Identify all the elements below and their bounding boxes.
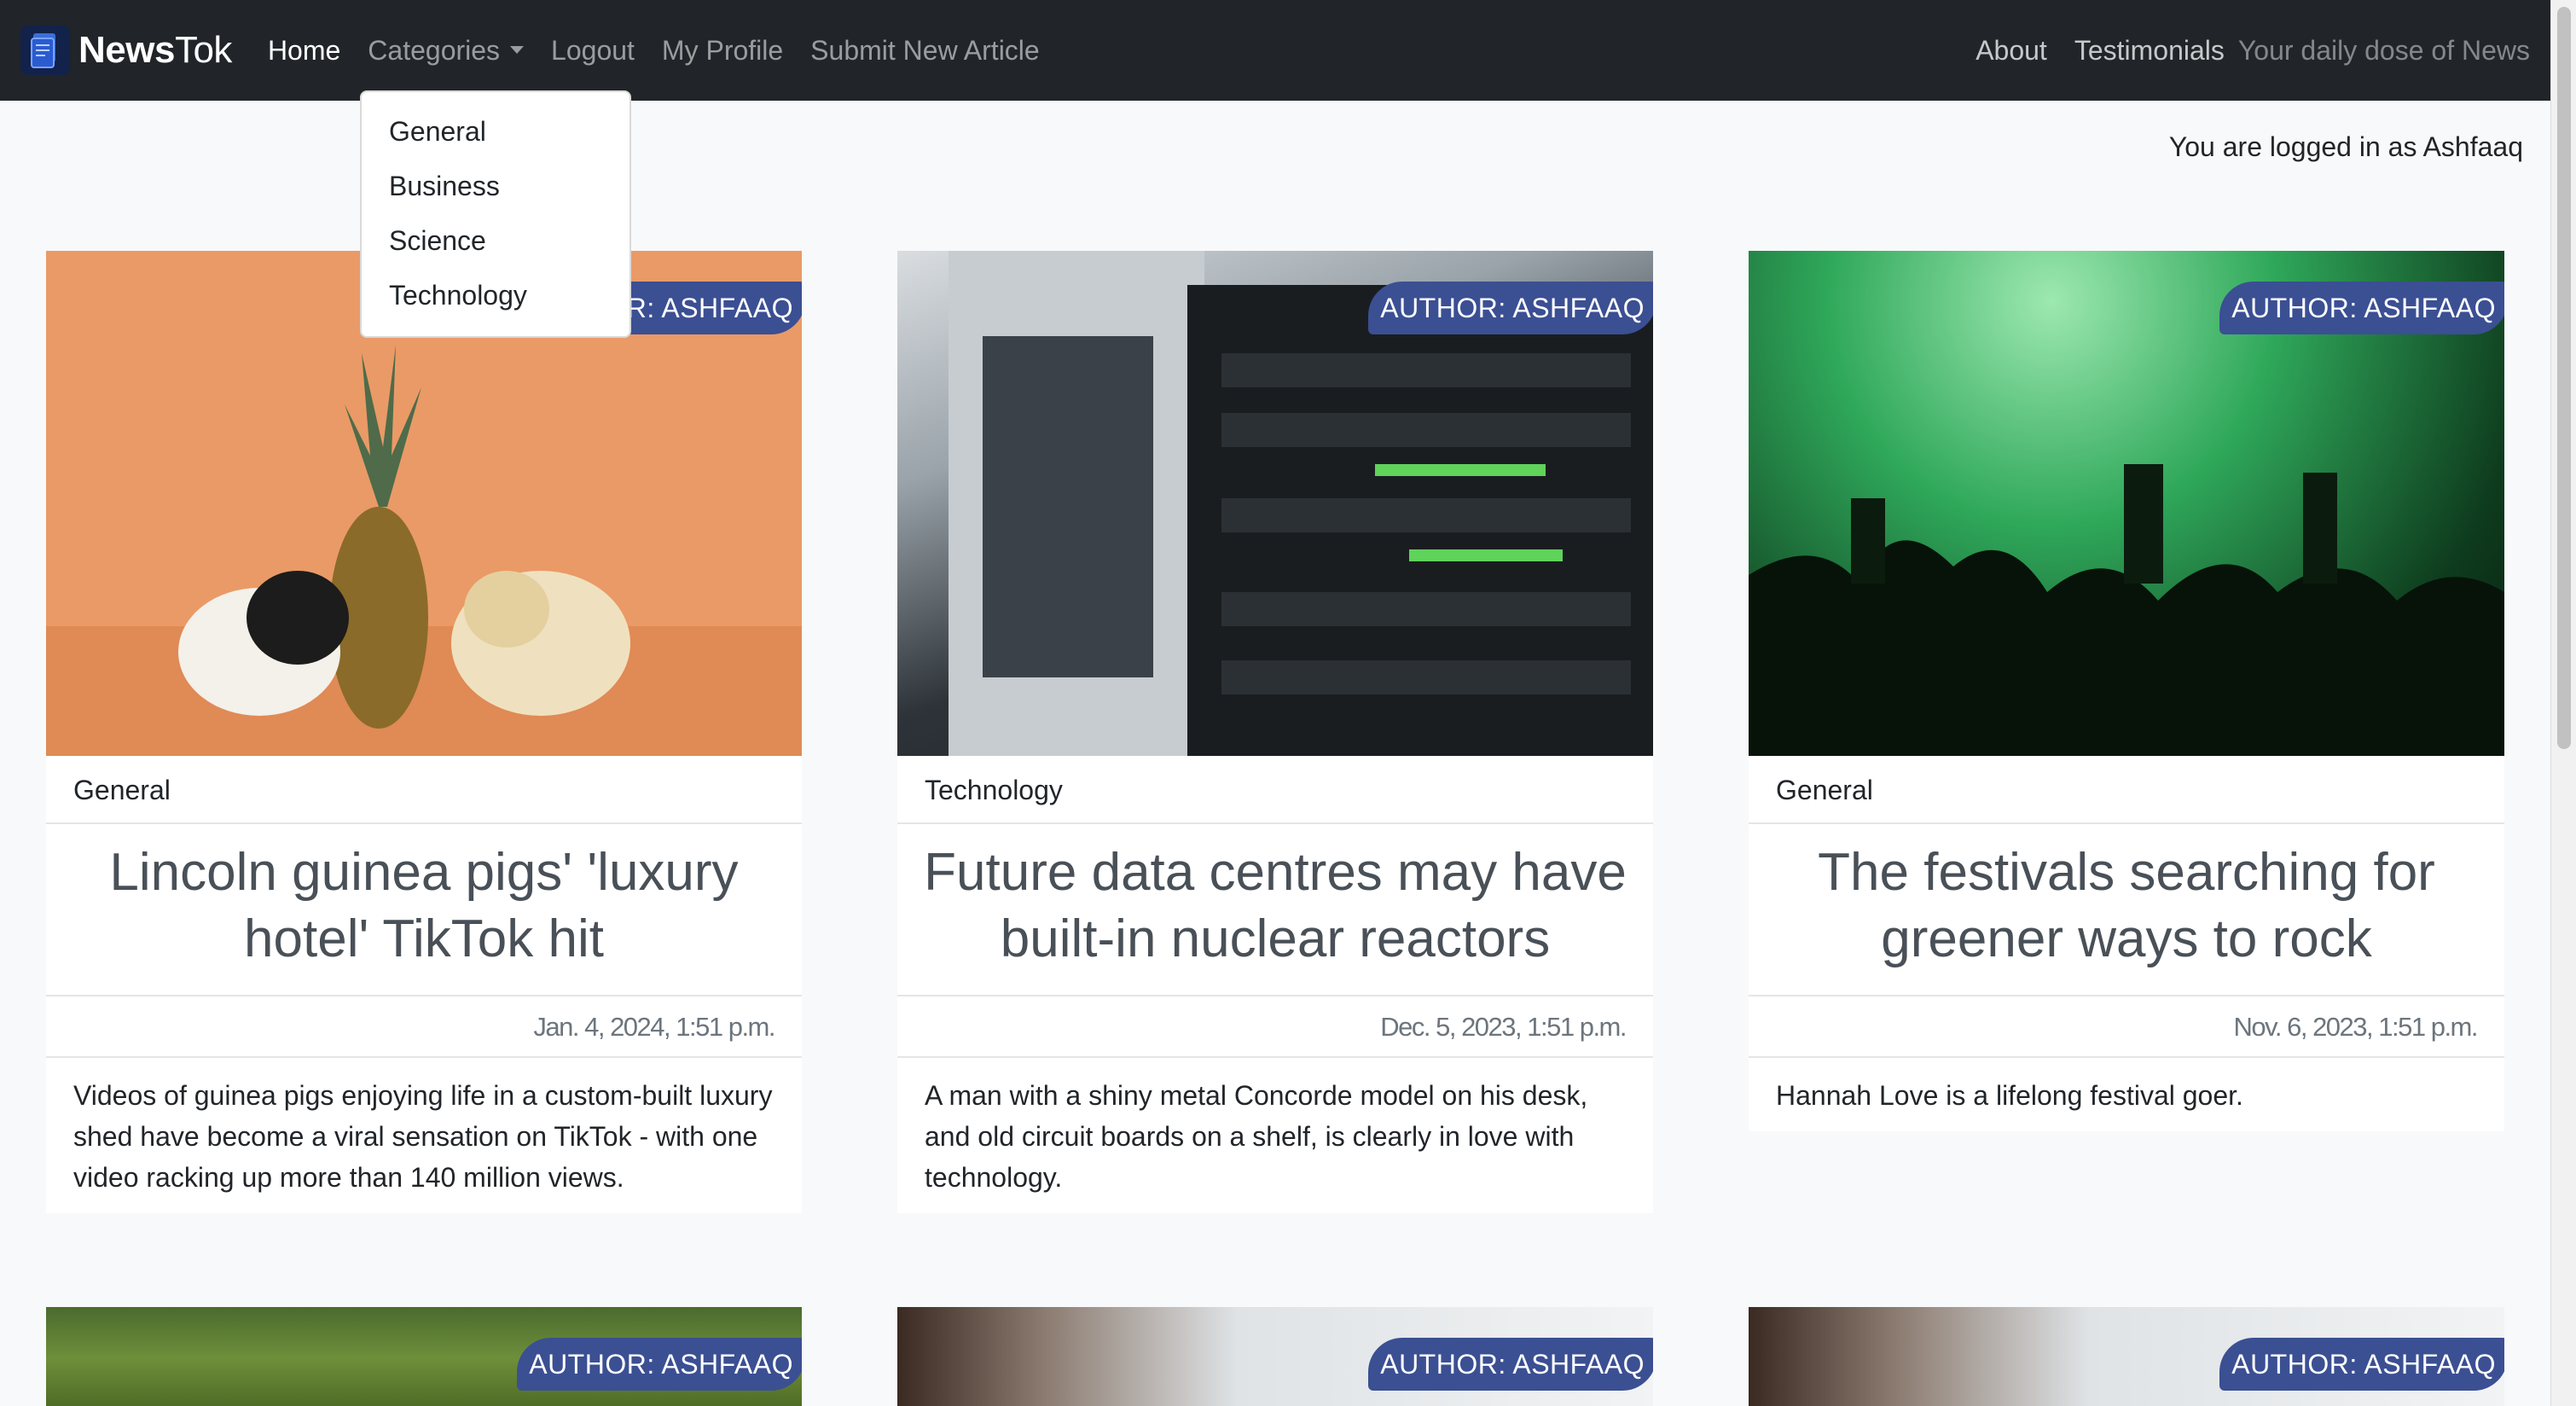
author-badge: AUTHOR: ASHFAAQ <box>2219 1338 2504 1391</box>
dropdown-item-business[interactable]: Business <box>362 159 629 213</box>
article-summary: Hannah Love is a lifelong festival goer. <box>1776 1080 2243 1111</box>
author-badge: AUTHOR: ASHFAAQ <box>2219 282 2504 334</box>
article-image-field[interactable]: AUTHOR: ASHFAAQ <box>46 1307 802 1406</box>
brand[interactable]: NewsTok <box>20 26 232 75</box>
nav-submit-article[interactable]: Submit New Article <box>810 35 1040 67</box>
dropdown-item-general[interactable]: General <box>362 104 629 159</box>
top-navbar: NewsTok Home Categories Logout My Profil… <box>0 0 2550 101</box>
article-date: Jan. 4, 2024, 1:51 p.m. <box>46 996 802 1058</box>
article-title[interactable]: The festivals searching for greener ways… <box>1749 824 2504 996</box>
author-badge: AUTHOR: ASHFAAQ <box>1368 282 1653 334</box>
brand-name: NewsTok <box>78 29 232 71</box>
article-card[interactable]: AUTHOR: ASHFAAQ General The festivals se… <box>1749 251 2504 1131</box>
article-card[interactable]: AUTHOR: ASHFAAQ <box>46 1307 802 1406</box>
article-card[interactable]: AUTHOR: ASHFAAQ <box>1749 1307 2504 1406</box>
article-image-servers[interactable]: AUTHOR: ASHFAAQ <box>897 251 1653 756</box>
article-card[interactable]: AUTHOR: ASHFAAQ General Lincoln guinea p… <box>46 251 802 1213</box>
newspaper-logo-icon <box>20 26 70 75</box>
article-date: Dec. 5, 2023, 1:51 p.m. <box>897 996 1653 1058</box>
dropdown-item-science[interactable]: Science <box>362 213 629 268</box>
article-image-office[interactable]: AUTHOR: ASHFAAQ <box>1749 1307 2504 1406</box>
login-status: You are logged in as Ashfaaq <box>2168 131 2523 162</box>
categories-dropdown-menu: General Business Science Technology <box>360 90 631 338</box>
article-title[interactable]: Lincoln guinea pigs' 'luxury hotel' TikT… <box>46 824 802 996</box>
article-category: Technology <box>897 756 1653 824</box>
nav-home[interactable]: Home <box>268 35 340 67</box>
article-card[interactable]: AUTHOR: ASHFAAQ <box>897 1307 1653 1406</box>
article-date: Nov. 6, 2023, 1:51 p.m. <box>1749 996 2504 1058</box>
nav-right-group: About Testimonials Your daily dose of Ne… <box>1948 35 2530 67</box>
author-badge: AUTHOR: ASHFAAQ <box>1368 1338 1653 1391</box>
dropdown-item-technology[interactable]: Technology <box>362 268 629 322</box>
navbar-tagline: Your daily dose of News <box>2237 34 2530 66</box>
caret-down-icon <box>510 45 525 54</box>
article-summary: A man with a shiny metal Concorde model … <box>925 1080 1588 1193</box>
article-card[interactable]: AUTHOR: ASHFAAQ Technology Future data c… <box>897 251 1653 1213</box>
nav-categories-toggle[interactable]: Categories <box>368 34 525 67</box>
nav-my-profile[interactable]: My Profile <box>662 35 783 67</box>
author-badge: AUTHOR: ASHFAAQ <box>517 1338 802 1391</box>
nav-categories-label: Categories <box>368 34 501 66</box>
article-category: General <box>1749 756 2504 824</box>
article-image-concert[interactable]: AUTHOR: ASHFAAQ <box>1749 251 2504 756</box>
article-image-office[interactable]: AUTHOR: ASHFAAQ <box>897 1307 1653 1406</box>
nav-logout[interactable]: Logout <box>551 35 635 67</box>
article-category: General <box>46 756 802 824</box>
scrollbar-thumb[interactable] <box>2557 7 2571 749</box>
article-summary: Videos of guinea pigs enjoying life in a… <box>73 1080 773 1193</box>
nav-testimonials[interactable]: Testimonials <box>2074 35 2225 67</box>
nav-about[interactable]: About <box>1976 35 2047 67</box>
page-scrollbar[interactable] <box>2550 0 2576 1406</box>
article-title[interactable]: Future data centres may have built-in nu… <box>897 824 1653 996</box>
